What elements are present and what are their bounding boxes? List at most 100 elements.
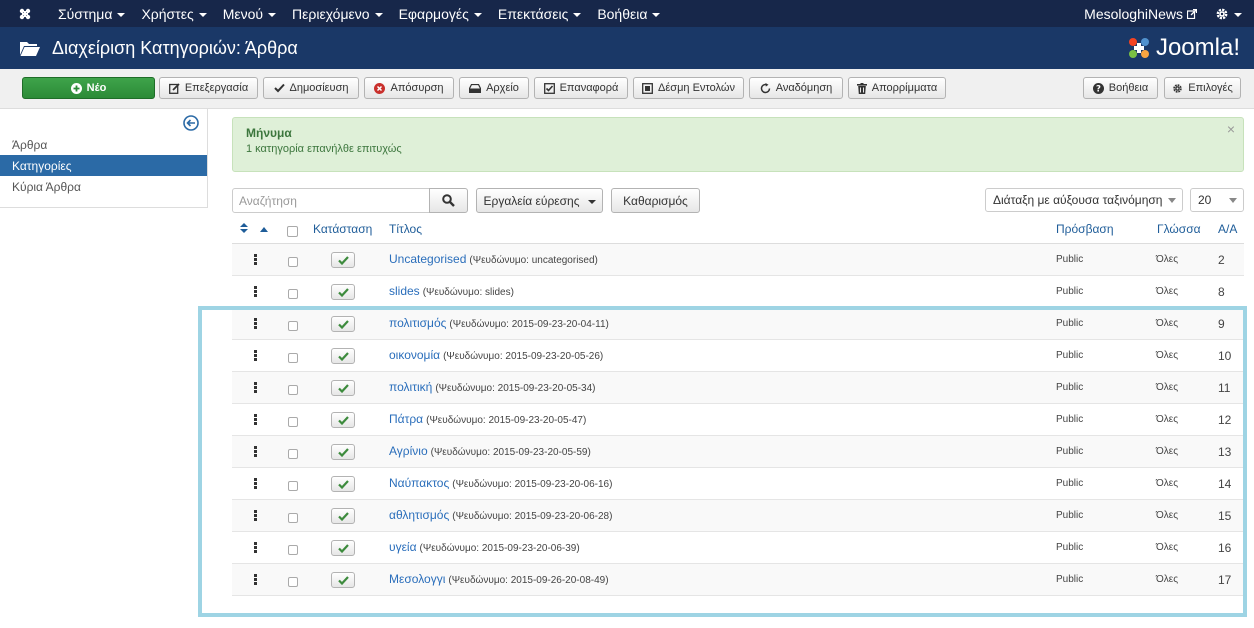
column-language[interactable]: Γλώσσα: [1157, 222, 1201, 236]
menu-content[interactable]: Περιεχόμενο: [284, 0, 391, 27]
category-title-link[interactable]: πολιτική: [389, 380, 432, 394]
new-button[interactable]: Νέο: [22, 77, 155, 99]
sidebar-item-articles[interactable]: Άρθρα: [0, 134, 207, 155]
category-title-link[interactable]: Ναύπακτος: [389, 476, 449, 490]
button-label: Επεξεργασία: [184, 82, 249, 94]
search-input[interactable]: [232, 188, 430, 213]
drag-handle-icon[interactable]: [254, 350, 257, 361]
menu-menus[interactable]: Μενού: [215, 0, 284, 27]
drag-handle-icon[interactable]: [254, 318, 257, 329]
language: Όλες: [1156, 350, 1179, 361]
gear-icon: [1173, 83, 1182, 93]
archive-button[interactable]: Αρχείο: [459, 77, 529, 99]
title-cell: Αγρίνιο (Ψευδώνυμο: 2015-09-23-20-05-59): [389, 444, 591, 458]
column-id[interactable]: Α/Α: [1218, 222, 1237, 236]
menu-users[interactable]: Χρήστες: [133, 0, 214, 27]
access-level: Public: [1056, 286, 1084, 297]
drag-handle-icon[interactable]: [254, 510, 257, 521]
row-checkbox[interactable]: [288, 289, 298, 299]
category-alias: (Ψευδώνυμο: uncategorised): [469, 255, 598, 266]
ordering-select[interactable]: Διάταξη με αύξουσα ταξινόμηση: [985, 188, 1183, 212]
category-title-link[interactable]: Uncategorised: [389, 252, 466, 266]
status-toggle[interactable]: [331, 508, 355, 524]
status-toggle[interactable]: [331, 444, 355, 460]
row-checkbox[interactable]: [288, 257, 298, 267]
category-title-link[interactable]: Πάτρα: [389, 412, 423, 426]
sidebar-item-featured[interactable]: Κύρια Άρθρα: [0, 176, 207, 197]
drag-handle-icon[interactable]: [254, 478, 257, 489]
sidebar-item-categories[interactable]: Κατηγορίες: [0, 155, 207, 176]
column-access[interactable]: Πρόσβαση: [1056, 222, 1114, 236]
status-toggle[interactable]: [331, 572, 355, 588]
checkin-button[interactable]: Επαναφορά: [534, 77, 628, 99]
category-title-link[interactable]: Αγρίνιο: [389, 444, 428, 458]
close-icon[interactable]: ×: [1227, 121, 1235, 137]
drag-handle-icon[interactable]: [254, 254, 257, 265]
status-toggle[interactable]: [331, 284, 355, 300]
category-title-link[interactable]: πολιτισμός: [389, 316, 446, 330]
status-toggle[interactable]: [331, 316, 355, 332]
menu-label: Βοήθεια: [597, 5, 648, 22]
drag-handle-icon[interactable]: [254, 574, 257, 585]
unpublish-button[interactable]: Απόσυρση: [364, 77, 454, 99]
help-button[interactable]: ? Βοήθεια: [1083, 77, 1158, 99]
trash-button[interactable]: Απορρίμματα: [848, 77, 946, 99]
category-title-link[interactable]: υγεία: [389, 540, 417, 554]
drag-handle-icon[interactable]: [254, 414, 257, 425]
sort-asc-icon[interactable]: [260, 222, 268, 236]
menu-label: Μενού: [222, 5, 264, 22]
status-toggle[interactable]: [331, 380, 355, 396]
access-level: Public: [1056, 478, 1084, 489]
drag-handle-icon[interactable]: [254, 286, 257, 297]
search-button[interactable]: [429, 188, 468, 213]
drag-handle-icon[interactable]: [254, 446, 257, 457]
row-checkbox[interactable]: [288, 353, 298, 363]
menu-system[interactable]: Σύστημα: [50, 0, 133, 27]
options-button[interactable]: Επιλογές: [1164, 77, 1241, 99]
column-title[interactable]: Τίτλος: [389, 222, 422, 236]
category-id: 16: [1218, 541, 1232, 555]
limit-select[interactable]: 20: [1190, 188, 1244, 212]
unpublish-icon: [374, 82, 386, 94]
category-title-link[interactable]: οικονομία: [389, 348, 440, 362]
row-checkbox[interactable]: [288, 545, 298, 555]
row-checkbox[interactable]: [288, 385, 298, 395]
category-id: 11: [1218, 381, 1231, 395]
row-checkbox[interactable]: [288, 449, 298, 459]
language: Όλες: [1156, 318, 1179, 329]
row-checkbox[interactable]: [288, 417, 298, 427]
category-title-link[interactable]: Μεσολογγι: [389, 572, 445, 586]
row-checkbox[interactable]: [288, 513, 298, 523]
category-alias: (Ψευδώνυμο: 2015-09-23-20-06-16): [452, 479, 613, 490]
drag-handle-icon[interactable]: [254, 382, 257, 393]
status-toggle[interactable]: [331, 412, 355, 428]
status-toggle[interactable]: [331, 476, 355, 492]
row-checkbox[interactable]: [288, 321, 298, 331]
category-title-link[interactable]: αθλητισμός: [389, 508, 449, 522]
select-all-checkbox[interactable]: [287, 226, 298, 237]
drag-handle-icon[interactable]: [254, 542, 257, 553]
category-title-link[interactable]: slides: [389, 284, 420, 298]
row-checkbox[interactable]: [288, 577, 298, 587]
rebuild-button[interactable]: Αναδόμηση: [749, 77, 843, 99]
search-tools-button[interactable]: Εργαλεία εύρεσης: [476, 188, 603, 213]
ordering-column-sort[interactable]: [240, 222, 248, 236]
button-label: Νέο: [86, 82, 107, 94]
row-checkbox[interactable]: [288, 481, 298, 491]
joomla-brand-icon[interactable]: [0, 0, 50, 27]
site-link[interactable]: MesologhiNews: [1078, 6, 1203, 22]
publish-button[interactable]: Δημοσίευση: [263, 77, 359, 99]
batch-button[interactable]: Δέσμη Εντολών: [633, 77, 744, 99]
status-toggle[interactable]: [331, 252, 355, 268]
menu-extensions[interactable]: Επεκτάσεις: [490, 0, 589, 27]
column-status[interactable]: Κατάσταση: [313, 222, 372, 236]
status-toggle[interactable]: [331, 540, 355, 556]
status-toggle[interactable]: [331, 348, 355, 364]
menu-help[interactable]: Βοήθεια: [589, 0, 668, 27]
sidebar-toggle-icon[interactable]: [183, 115, 199, 131]
question-circle-icon: ?: [1092, 82, 1104, 94]
menu-components[interactable]: Εφαρμογές: [391, 0, 490, 27]
edit-button[interactable]: Επεξεργασία: [159, 77, 258, 99]
clear-button[interactable]: Καθαρισμός: [611, 188, 700, 213]
settings-menu[interactable]: [1203, 7, 1254, 21]
